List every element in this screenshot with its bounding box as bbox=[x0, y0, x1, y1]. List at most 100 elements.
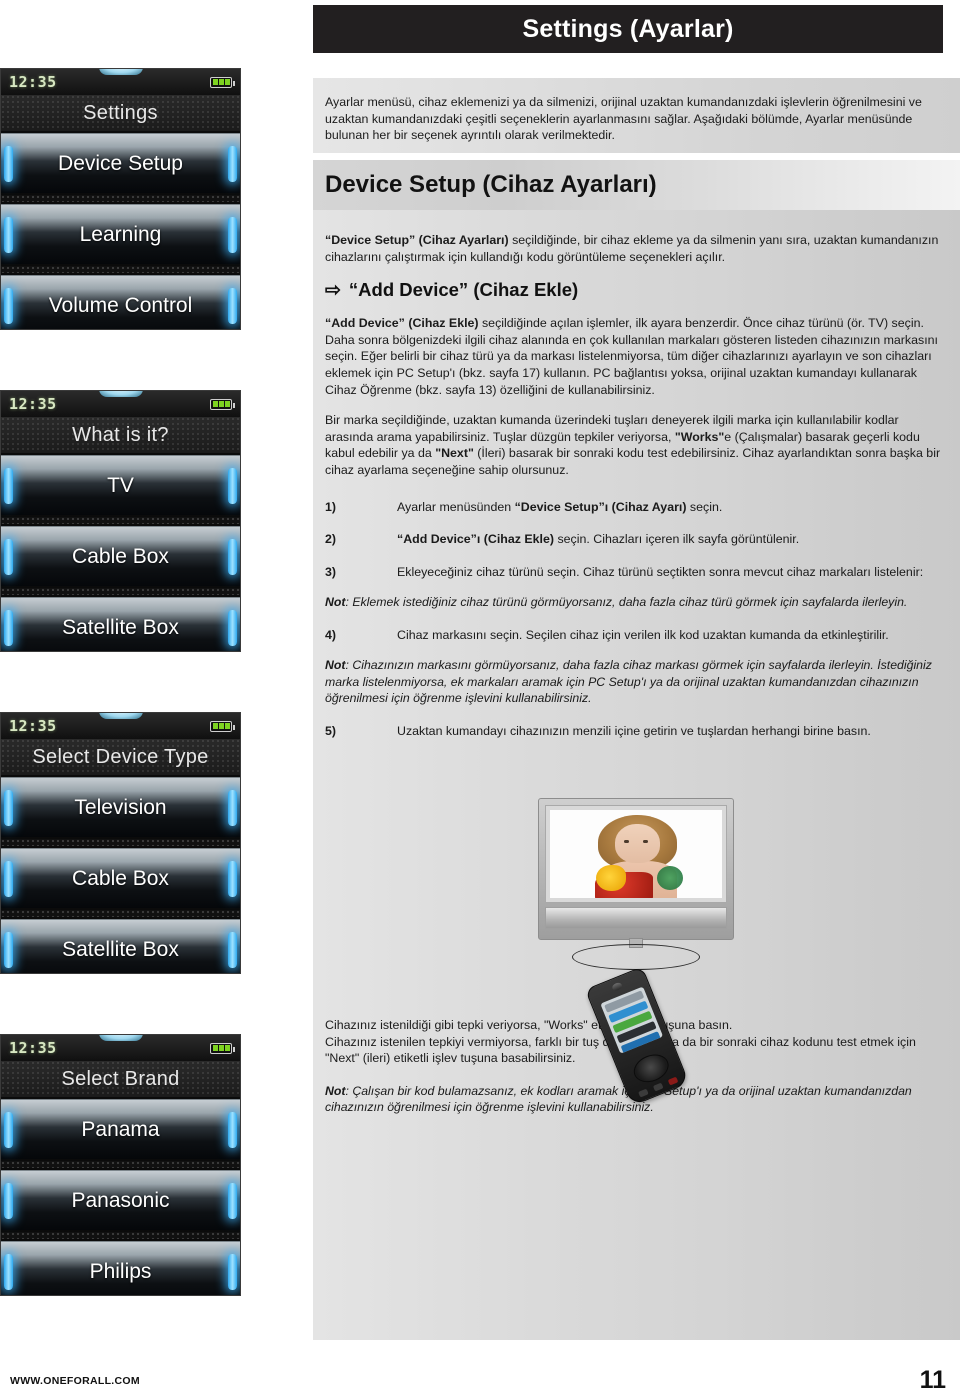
remote-button bbox=[652, 1082, 664, 1092]
subsection-heading: “Add Device” (Cihaz Ekle) bbox=[348, 279, 579, 301]
note-1-text: : Eklemek istediğiniz cihaz türünü görmü… bbox=[345, 595, 908, 610]
section-heading-block: Device Setup (Cihaz Ayarları) bbox=[313, 160, 960, 210]
menu-item-satellite-box[interactable]: Satellite Box bbox=[1, 919, 240, 973]
body-content: “Device Setup” (Cihaz Ayarları) seçildiğ… bbox=[313, 210, 960, 1340]
battery-icon bbox=[210, 720, 235, 732]
portrait-eye-right bbox=[642, 839, 648, 843]
note-3-text: : Çalışan bir kod bulamazsanız, ek kodla… bbox=[325, 1083, 912, 1115]
tv-speaker-bar bbox=[545, 907, 727, 929]
menu-item-satellite-box[interactable]: Satellite Box bbox=[1, 597, 240, 651]
tv-and-remote-illustration bbox=[538, 798, 768, 1107]
menu-item-volume-control[interactable]: Volume Control bbox=[1, 275, 240, 329]
page-title: Settings (Ayarlar) bbox=[522, 14, 734, 43]
menu-item-cable-box[interactable]: Cable Box bbox=[1, 848, 240, 908]
step-pre: Ayarlar menüsünden bbox=[397, 499, 515, 514]
remote-screen bbox=[600, 986, 664, 1054]
step-text: Ayarlar menüsünden “Device Setup”ı (Ciha… bbox=[397, 499, 946, 516]
battery-icon bbox=[210, 398, 235, 410]
remote-power-button bbox=[667, 1076, 679, 1086]
menu-item-learning[interactable]: Learning bbox=[1, 204, 240, 264]
screen-title: Select Device Type bbox=[1, 739, 240, 775]
menu-separator bbox=[1, 588, 240, 595]
menu-item-tv[interactable]: TV bbox=[1, 455, 240, 515]
subsection-paragraph-2: Bir marka seçildiğinde, uzaktan kumanda … bbox=[313, 412, 960, 478]
remote-ir-emitter bbox=[611, 981, 624, 992]
screen-notch bbox=[98, 713, 143, 719]
menu-item-cable-box[interactable]: Cable Box bbox=[1, 526, 240, 586]
footer-website-url: WWW.ONEFORALL.COM bbox=[10, 1375, 140, 1387]
tv-bezel bbox=[545, 805, 727, 903]
step-post: seçin. Cihazları içeren ilk sayfa görünt… bbox=[554, 532, 800, 547]
section-intro-bold: “Device Setup” (Cihaz Ayarları) bbox=[325, 233, 509, 247]
menu-item-label: Volume Control bbox=[48, 293, 193, 317]
step-item: 2) “Add Device”ı (Cihaz Ekle) seçin. Cih… bbox=[313, 531, 960, 548]
remote-button bbox=[638, 1088, 649, 1098]
subsection-heading-row: ⇨ “Add Device” (Cihaz Ekle) bbox=[313, 279, 960, 301]
portrait-tattoo bbox=[656, 866, 683, 891]
menu-separator bbox=[1, 910, 240, 917]
clock-label: 12:35 bbox=[9, 395, 57, 413]
menu-item-philips[interactable]: Philips bbox=[1, 1241, 240, 1295]
menu-item-label: Satellite Box bbox=[62, 937, 179, 961]
section-intro-paragraph: “Device Setup” (Cihaz Ayarları) seçildiğ… bbox=[313, 210, 960, 265]
screen-notch bbox=[98, 391, 143, 397]
next-keyword: "Next" bbox=[435, 446, 474, 461]
clock-label: 12:35 bbox=[9, 73, 57, 91]
menu-item-panasonic[interactable]: Panasonic bbox=[1, 1170, 240, 1230]
step-item: 4) Cihaz markasını seçin. Seçilen cihaz … bbox=[313, 627, 960, 644]
step-number: 3) bbox=[325, 564, 337, 579]
section-heading: Device Setup (Cihaz Ayarları) bbox=[325, 171, 657, 198]
portrait-face bbox=[615, 824, 661, 863]
menu-item-television[interactable]: Television bbox=[1, 777, 240, 837]
menu-item-label: Cable Box bbox=[72, 866, 169, 890]
menu-separator bbox=[1, 195, 240, 202]
menu-separator bbox=[1, 1161, 240, 1168]
subsection-p1-bold: “Add Device” (Cihaz Ekle) bbox=[325, 316, 479, 331]
battery-icon bbox=[210, 1042, 235, 1054]
menu-item-label: Device Setup bbox=[58, 151, 183, 175]
step-text: Uzaktan kumandayı cihazınızın menzili iç… bbox=[397, 723, 946, 740]
menu-separator bbox=[1, 839, 240, 846]
step-text: Ekleyeceğiniz cihaz türünü seçin. Cihaz … bbox=[397, 564, 946, 581]
note-label: Not bbox=[325, 595, 346, 610]
page-root: Settings (Ayarlar) Ayarlar menüsü, cihaz… bbox=[0, 0, 960, 1399]
step-post: seçin. bbox=[686, 499, 723, 514]
menu-separator bbox=[1, 517, 240, 524]
menu-item-label: Panama bbox=[81, 1117, 160, 1141]
menu-item-device-setup[interactable]: Device Setup bbox=[1, 133, 240, 193]
device-screen-settings: 12:35 Settings Device Setup Learning Vol… bbox=[0, 68, 241, 330]
page-title-bar: Settings (Ayarlar) bbox=[313, 5, 943, 53]
step-text: Cihaz markasını seçin. Seçilen cihaz içi… bbox=[397, 627, 946, 644]
step-bold: “Device Setup”ı (Cihaz Ayarı) bbox=[514, 499, 687, 514]
note-2-text: : Cihazınızın markasını görmüyorsanız, d… bbox=[325, 658, 932, 706]
menu-separator bbox=[1, 1232, 240, 1239]
works-keyword: "Works" bbox=[674, 429, 725, 444]
step-item: 1) Ayarlar menüsünden “Device Setup”ı (C… bbox=[313, 499, 960, 516]
step-pre: Ekleyeceğiniz cihaz türünü seçin. Cihaz … bbox=[397, 564, 924, 579]
intro-block: Ayarlar menüsü, cihaz eklemenizi ya da s… bbox=[313, 78, 960, 153]
intro-paragraph: Ayarlar menüsü, cihaz eklemenizi ya da s… bbox=[325, 95, 922, 142]
device-screen-select-device-type: 12:35 Select Device Type Television Cabl… bbox=[0, 712, 241, 974]
menu-item-label: Satellite Box bbox=[62, 615, 179, 639]
page-footer: WWW.ONEFORALL.COM 11 bbox=[0, 1353, 960, 1399]
subsection-paragraph-1: “Add Device” (Cihaz Ekle) seçildiğinde a… bbox=[313, 315, 960, 398]
menu-item-panama[interactable]: Panama bbox=[1, 1099, 240, 1159]
note-label: Not bbox=[325, 658, 346, 673]
menu-item-label: Philips bbox=[89, 1259, 152, 1283]
screen-notch bbox=[98, 1035, 143, 1041]
step-number: 2) bbox=[325, 532, 337, 547]
menu-item-label: Television bbox=[74, 795, 167, 819]
screen-title: Select Brand bbox=[1, 1061, 240, 1097]
step-bold: “Add Device”ı (Cihaz Ekle) bbox=[397, 532, 554, 547]
step-pre: Cihaz markasını seçin. Seçilen cihaz içi… bbox=[397, 627, 889, 642]
note-1: Not: Eklemek istediğiniz cihaz türünü gö… bbox=[313, 594, 960, 610]
tv-screen bbox=[550, 810, 722, 898]
screen-notch bbox=[98, 69, 143, 75]
clock-label: 12:35 bbox=[9, 717, 57, 735]
portrait-flower bbox=[596, 864, 627, 891]
arrow-right-icon: ⇨ bbox=[325, 279, 341, 301]
step-number: 1) bbox=[325, 499, 337, 514]
screen-title: What is it? bbox=[1, 417, 240, 453]
step-text: “Add Device”ı (Cihaz Ekle) seçin. Cihazl… bbox=[397, 531, 946, 548]
note-label: Not bbox=[325, 1083, 346, 1098]
